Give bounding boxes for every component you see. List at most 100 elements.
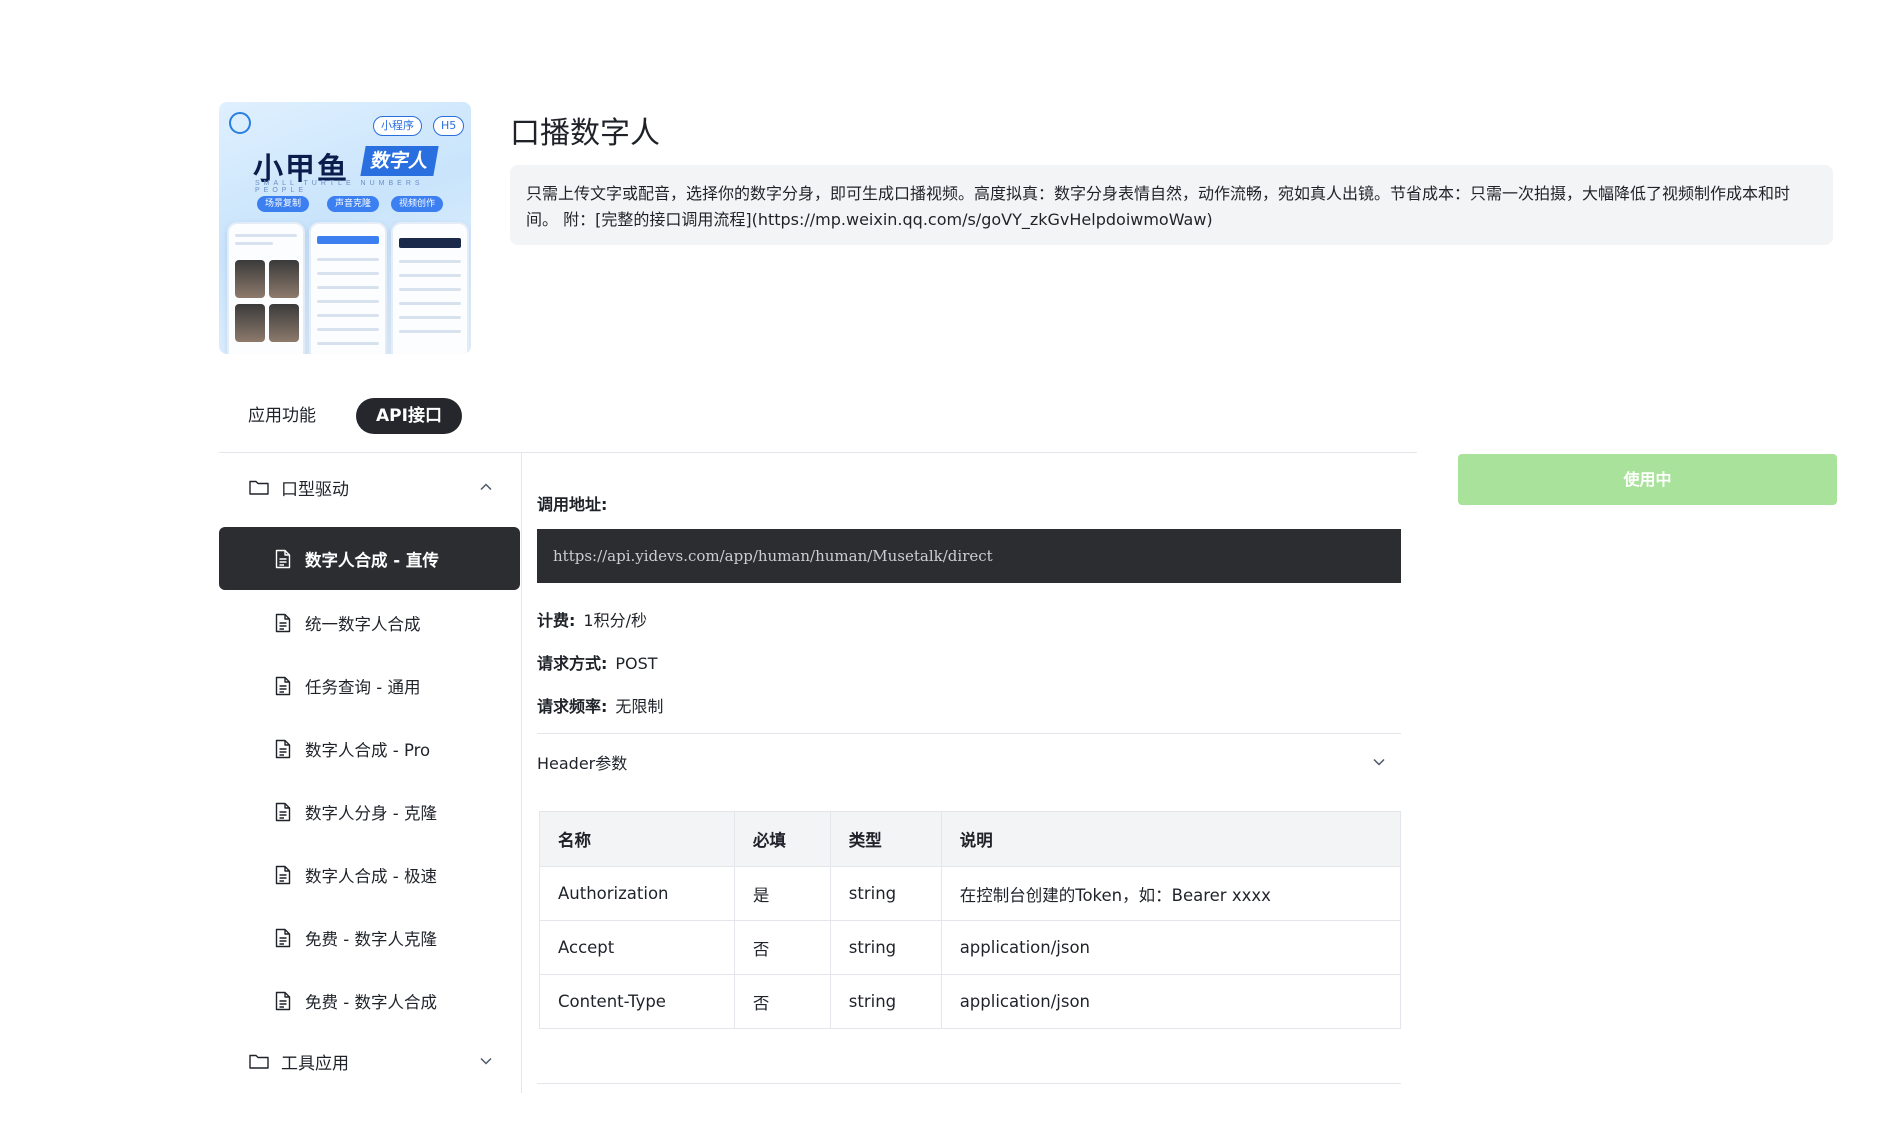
placeholder-line bbox=[399, 316, 461, 319]
billing-label: 计费: bbox=[537, 611, 576, 630]
chevron-down-icon[interactable] bbox=[476, 1051, 496, 1071]
divider bbox=[537, 1083, 1401, 1084]
app-description: 只需上传文字或配音，选择你的数字分身，即可生成口播视频。高度拟真：数字分身表情自… bbox=[510, 165, 1833, 245]
rate-value: 无限制 bbox=[615, 697, 664, 716]
chevron-down-icon bbox=[1373, 758, 1385, 766]
avatar-thumbnail bbox=[269, 260, 299, 298]
sidebar-group-lip-sync[interactable]: 口型驱动 bbox=[219, 461, 522, 513]
placeholder-line bbox=[399, 260, 461, 263]
sidebar-item-label: 免费 - 数字人克隆 bbox=[305, 929, 437, 949]
cover-brand-subtitle: SMALL TURTLE NUMBERS PEOPLE bbox=[255, 180, 424, 194]
cover-pill: 场景复制 bbox=[257, 196, 310, 212]
phone-mockup bbox=[309, 222, 387, 354]
placeholder-line bbox=[235, 242, 273, 245]
table-row: Accept 否 string application/json bbox=[539, 920, 1402, 975]
sidebar-item-label: 数字人分身 - 克隆 bbox=[305, 803, 437, 823]
sidebar-item-synthesis-fast[interactable]: 数字人合成 - 极速 bbox=[219, 843, 520, 906]
placeholder-line bbox=[399, 238, 461, 248]
param-description: 在控制台创建的Token，如：Bearer xxxx bbox=[940, 866, 1402, 921]
avatar-thumbnail bbox=[235, 304, 265, 342]
placeholder-line bbox=[399, 274, 461, 277]
sidebar-group-label: 工具应用 bbox=[281, 1053, 349, 1074]
column-header-name: 名称 bbox=[539, 811, 735, 867]
cover-pill: 声音克隆 bbox=[327, 196, 380, 212]
avatar-thumbnail bbox=[235, 260, 265, 298]
placeholder-line bbox=[399, 288, 461, 291]
sidebar-item-unified-synthesis[interactable]: 统一数字人合成 bbox=[219, 591, 520, 654]
sidebar-item-direct-synthesis[interactable]: 数字人合成 - 直传 bbox=[219, 527, 520, 590]
billing-value: 1积分/秒 bbox=[583, 611, 647, 630]
document-icon bbox=[275, 613, 291, 632]
sidebar-item-synthesis-pro[interactable]: 数字人合成 - Pro bbox=[219, 717, 520, 780]
sidebar-group-label: 口型驱动 bbox=[281, 479, 349, 500]
sidebar-item-label: 数字人合成 - Pro bbox=[305, 740, 431, 760]
page-title: 口播数字人 bbox=[510, 116, 660, 151]
placeholder-line bbox=[317, 258, 379, 261]
endpoint-url[interactable]: https://api.yidevs.com/app/human/human/M… bbox=[537, 529, 1401, 583]
placeholder-line bbox=[317, 314, 379, 317]
param-required: 是 bbox=[733, 866, 831, 921]
billing-row: 计费: 1积分/秒 bbox=[537, 607, 647, 631]
param-name: Authorization bbox=[539, 866, 735, 921]
param-name: Accept bbox=[539, 920, 735, 975]
folder-icon bbox=[249, 1054, 269, 1069]
api-sidebar: 口型驱动 数字人合成 - 直传 统一数字人合成 任务查询 - 通用 数字人合成 … bbox=[219, 453, 522, 1093]
column-header-type: 类型 bbox=[829, 811, 942, 867]
phone-mockup bbox=[227, 222, 305, 354]
column-header-required: 必填 bbox=[733, 811, 831, 867]
sidebar-group-tools[interactable]: 工具应用 bbox=[219, 1035, 522, 1087]
table-row: Content-Type 否 string application/json bbox=[539, 974, 1402, 1029]
cover-pill: 视频创作 bbox=[391, 196, 444, 212]
param-type: string bbox=[829, 974, 942, 1029]
sidebar-item-label: 统一数字人合成 bbox=[305, 614, 421, 634]
folder-icon bbox=[249, 480, 269, 495]
placeholder-line bbox=[317, 328, 379, 331]
sidebar-item-label: 数字人合成 - 极速 bbox=[305, 866, 437, 886]
sidebar-item-label: 免费 - 数字人合成 bbox=[305, 992, 437, 1012]
divider bbox=[537, 733, 1401, 734]
param-name: Content-Type bbox=[539, 974, 735, 1029]
method-label: 请求方式: bbox=[537, 654, 608, 673]
chevron-up-icon[interactable] bbox=[476, 477, 496, 497]
param-type: string bbox=[829, 866, 942, 921]
param-description: application/json bbox=[940, 974, 1402, 1029]
document-icon bbox=[275, 991, 291, 1010]
table-row: Authorization 是 string 在控制台创建的Token，如：Be… bbox=[539, 866, 1402, 921]
document-icon bbox=[275, 739, 291, 758]
turtle-logo-icon bbox=[229, 112, 251, 134]
sidebar-item-free-clone[interactable]: 免费 - 数字人克隆 bbox=[219, 906, 520, 969]
param-type: string bbox=[829, 920, 942, 975]
header-params-toggle[interactable]: Header参数 bbox=[537, 744, 1401, 780]
placeholder-line bbox=[317, 300, 379, 303]
sidebar-item-free-synthesis[interactable]: 免费 - 数字人合成 bbox=[219, 969, 520, 1032]
sidebar-item-avatar-clone[interactable]: 数字人分身 - 克隆 bbox=[219, 780, 520, 843]
endpoint-label: 调用地址: bbox=[537, 495, 608, 514]
in-use-button[interactable]: 使用中 bbox=[1458, 454, 1837, 505]
table-header-row: 名称 必填 类型 说明 bbox=[539, 811, 1402, 867]
placeholder-line bbox=[317, 236, 379, 244]
sidebar-item-label: 任务查询 - 通用 bbox=[305, 677, 421, 697]
document-icon bbox=[275, 865, 291, 884]
param-required: 否 bbox=[733, 920, 831, 975]
placeholder-line bbox=[399, 330, 461, 333]
placeholder-line bbox=[317, 286, 379, 289]
placeholder-line bbox=[317, 272, 379, 275]
placeholder-line bbox=[317, 342, 379, 345]
header-params-label: Header参数 bbox=[537, 754, 628, 773]
cover-brand-accent: 数字人 bbox=[360, 146, 439, 176]
rate-row: 请求频率: 无限制 bbox=[537, 693, 663, 717]
document-icon bbox=[275, 676, 291, 695]
document-icon bbox=[275, 928, 291, 947]
avatar-thumbnail bbox=[269, 304, 299, 342]
placeholder-line bbox=[235, 234, 297, 237]
miniprogram-tag: 小程序 bbox=[373, 116, 422, 136]
column-header-description: 说明 bbox=[940, 811, 1402, 867]
tab-api[interactable]: API接口 bbox=[356, 398, 462, 434]
h5-tag: H5 bbox=[433, 116, 465, 136]
method-value: POST bbox=[615, 654, 658, 673]
sidebar-item-task-query[interactable]: 任务查询 - 通用 bbox=[219, 654, 520, 717]
placeholder-line bbox=[399, 302, 461, 305]
header-params-table: 名称 必填 类型 说明 Authorization 是 string 在控制台创… bbox=[539, 811, 1402, 1029]
rate-label: 请求频率: bbox=[537, 697, 608, 716]
tab-app-features[interactable]: 应用功能 bbox=[228, 398, 336, 434]
